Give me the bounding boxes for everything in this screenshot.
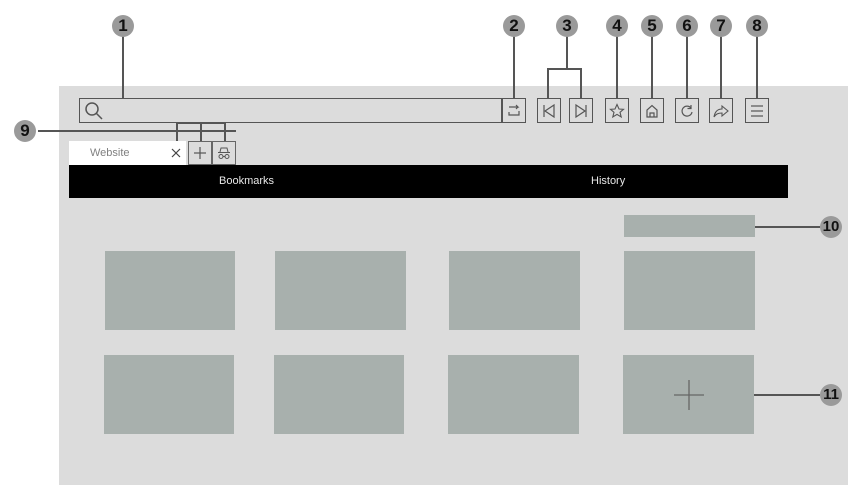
back-button[interactable] — [537, 98, 561, 123]
callout-line-9 — [176, 122, 178, 141]
callout-8: 8 — [746, 15, 768, 37]
callout-4: 4 — [606, 15, 628, 37]
forward-icon — [575, 103, 587, 118]
home-button[interactable] — [640, 98, 664, 123]
callout-7: 7 — [710, 15, 732, 37]
callout-line-10 — [755, 226, 820, 228]
tab-title: Website — [90, 147, 130, 159]
callout-line-2 — [513, 36, 515, 98]
callout-line-3 — [566, 36, 568, 68]
share-icon — [713, 104, 729, 117]
address-bar[interactable] — [79, 98, 502, 123]
bookmarks-tab[interactable]: Bookmarks — [219, 175, 274, 187]
callout-line-3 — [547, 68, 581, 70]
callout-line-3 — [580, 68, 582, 98]
home-icon — [646, 104, 658, 118]
new-tab-button[interactable] — [188, 141, 212, 165]
go-button[interactable] — [502, 98, 526, 123]
callout-line-8 — [756, 36, 758, 98]
star-icon — [609, 102, 625, 118]
callout-11: 11 — [820, 384, 842, 406]
callout-line-1 — [122, 36, 124, 98]
bookmark-tile[interactable] — [104, 355, 234, 434]
callout-line-9 — [200, 122, 202, 141]
bookmark-tile[interactable] — [448, 355, 579, 434]
bookmark-button[interactable] — [605, 98, 629, 123]
callout-line-9 — [38, 130, 236, 132]
add-bookmark-tile[interactable] — [623, 355, 754, 434]
bookmark-tile[interactable] — [274, 355, 404, 434]
callout-10: 10 — [820, 216, 842, 238]
callout-line-3 — [547, 68, 549, 98]
callout-line-5 — [651, 36, 653, 98]
callout-line-9 — [224, 122, 226, 141]
close-icon[interactable] — [170, 147, 182, 159]
bookmark-tile[interactable] — [449, 251, 580, 330]
callout-6: 6 — [676, 15, 698, 37]
callout-9: 9 — [14, 120, 36, 142]
callout-3: 3 — [556, 15, 578, 37]
bookmark-tile[interactable] — [624, 251, 755, 330]
callout-line-6 — [686, 36, 688, 98]
private-tab-button[interactable] — [212, 141, 236, 165]
refresh-button[interactable] — [675, 98, 699, 123]
forward-button[interactable] — [569, 98, 593, 123]
menu-bar — [69, 165, 788, 198]
option-bar[interactable] — [624, 215, 755, 237]
callout-line-7 — [720, 36, 722, 98]
callout-5: 5 — [641, 15, 663, 37]
callout-line-9 — [176, 122, 225, 124]
menu-button[interactable] — [745, 98, 769, 123]
go-icon — [508, 104, 520, 116]
new-tab-icon — [194, 147, 206, 159]
callout-line-11 — [754, 394, 820, 396]
share-button[interactable] — [709, 98, 733, 123]
bookmark-tile[interactable] — [105, 251, 235, 330]
callout-line-4 — [616, 36, 618, 98]
callout-1: 1 — [112, 15, 134, 37]
back-icon — [543, 103, 555, 118]
callout-2: 2 — [503, 15, 525, 37]
bookmark-tile[interactable] — [275, 251, 406, 330]
plus-icon — [673, 379, 704, 410]
search-icon — [85, 102, 103, 120]
refresh-icon — [681, 104, 693, 117]
history-tab[interactable]: History — [591, 175, 625, 187]
menu-icon — [751, 104, 763, 117]
private-tab-icon — [218, 147, 230, 159]
